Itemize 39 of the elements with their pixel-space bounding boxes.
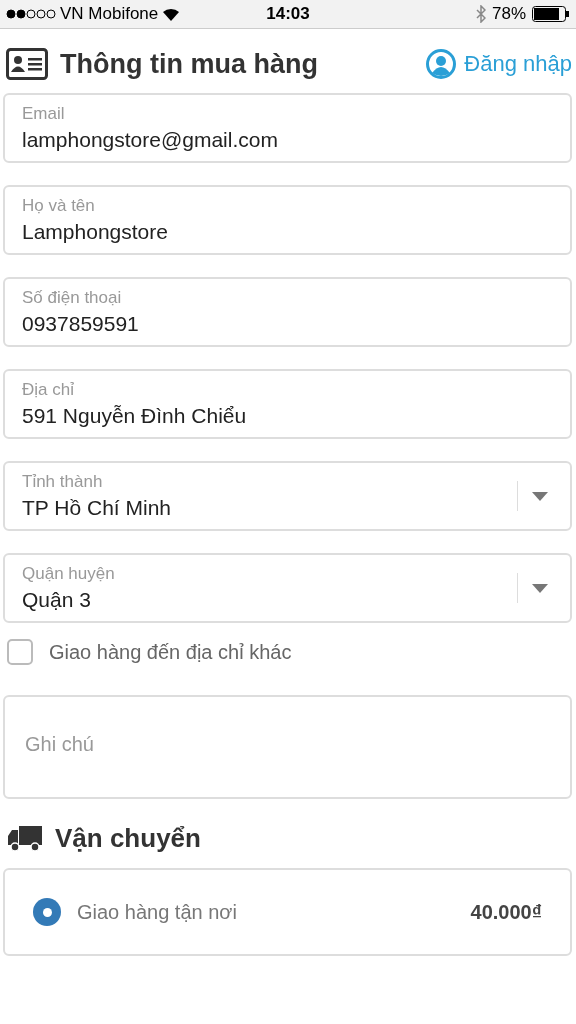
- caret-icon: [532, 491, 548, 501]
- section-title: Vận chuyển: [55, 823, 201, 854]
- field-label: Quận huyện: [22, 564, 116, 584]
- radio-button[interactable]: [33, 898, 61, 926]
- select-field[interactable]: Quận huyện Quận 3: [3, 553, 572, 623]
- field-label: Tỉnh thành: [22, 472, 104, 492]
- checkbox[interactable]: [7, 639, 33, 665]
- status-time: 14:03: [266, 4, 310, 24]
- bluetooth-icon: [476, 5, 486, 23]
- field-label: Email: [22, 104, 66, 124]
- signal-icon: [6, 9, 56, 19]
- checkbox-label: Giao hàng đến địa chỉ khác: [49, 640, 292, 664]
- battery-percent: 78%: [492, 4, 526, 24]
- carrier-name: VN Mobifone: [60, 4, 159, 24]
- field-label: Số điện thoại: [22, 288, 123, 308]
- field-value: Quận 3: [22, 588, 92, 612]
- truck-icon: [7, 824, 43, 853]
- field-label: Địa chỉ: [22, 380, 75, 400]
- wifi-icon: [162, 7, 181, 21]
- page-title: Thông tin mua hàng: [60, 48, 319, 80]
- option-label: Giao hàng tận nơi: [77, 900, 238, 924]
- caret-icon: [532, 583, 548, 593]
- option-price: 40.000₫: [470, 900, 542, 924]
- field-value: TP Hồ Chí Minh: [22, 496, 172, 520]
- input-field[interactable]: Địa chỉ 591 Nguyễn Đình Chiểu: [3, 369, 572, 439]
- note-field[interactable]: Ghi chú: [3, 695, 572, 799]
- field-label: Họ và tên: [22, 196, 96, 216]
- field-value: lamphongstore@gmail.com: [22, 128, 279, 152]
- field-value: 0937859591: [22, 312, 140, 336]
- input-field[interactable]: Email lamphongstore@gmail.com: [3, 93, 572, 163]
- input-field[interactable]: Họ và tên Lamphongstore: [3, 185, 572, 255]
- shipping-option[interactable]: Giao hàng tận nơi 40.000₫: [3, 868, 572, 956]
- field-value: Lamphongstore: [22, 220, 169, 244]
- battery-icon: [532, 6, 570, 22]
- select-field[interactable]: Tỉnh thành TP Hồ Chí Minh: [3, 461, 572, 531]
- user-icon: [426, 49, 457, 79]
- input-field[interactable]: Số điện thoại 0937859591: [3, 277, 572, 347]
- field-value: 591 Nguyễn Đình Chiểu: [22, 404, 248, 428]
- id-card-icon: [6, 48, 48, 80]
